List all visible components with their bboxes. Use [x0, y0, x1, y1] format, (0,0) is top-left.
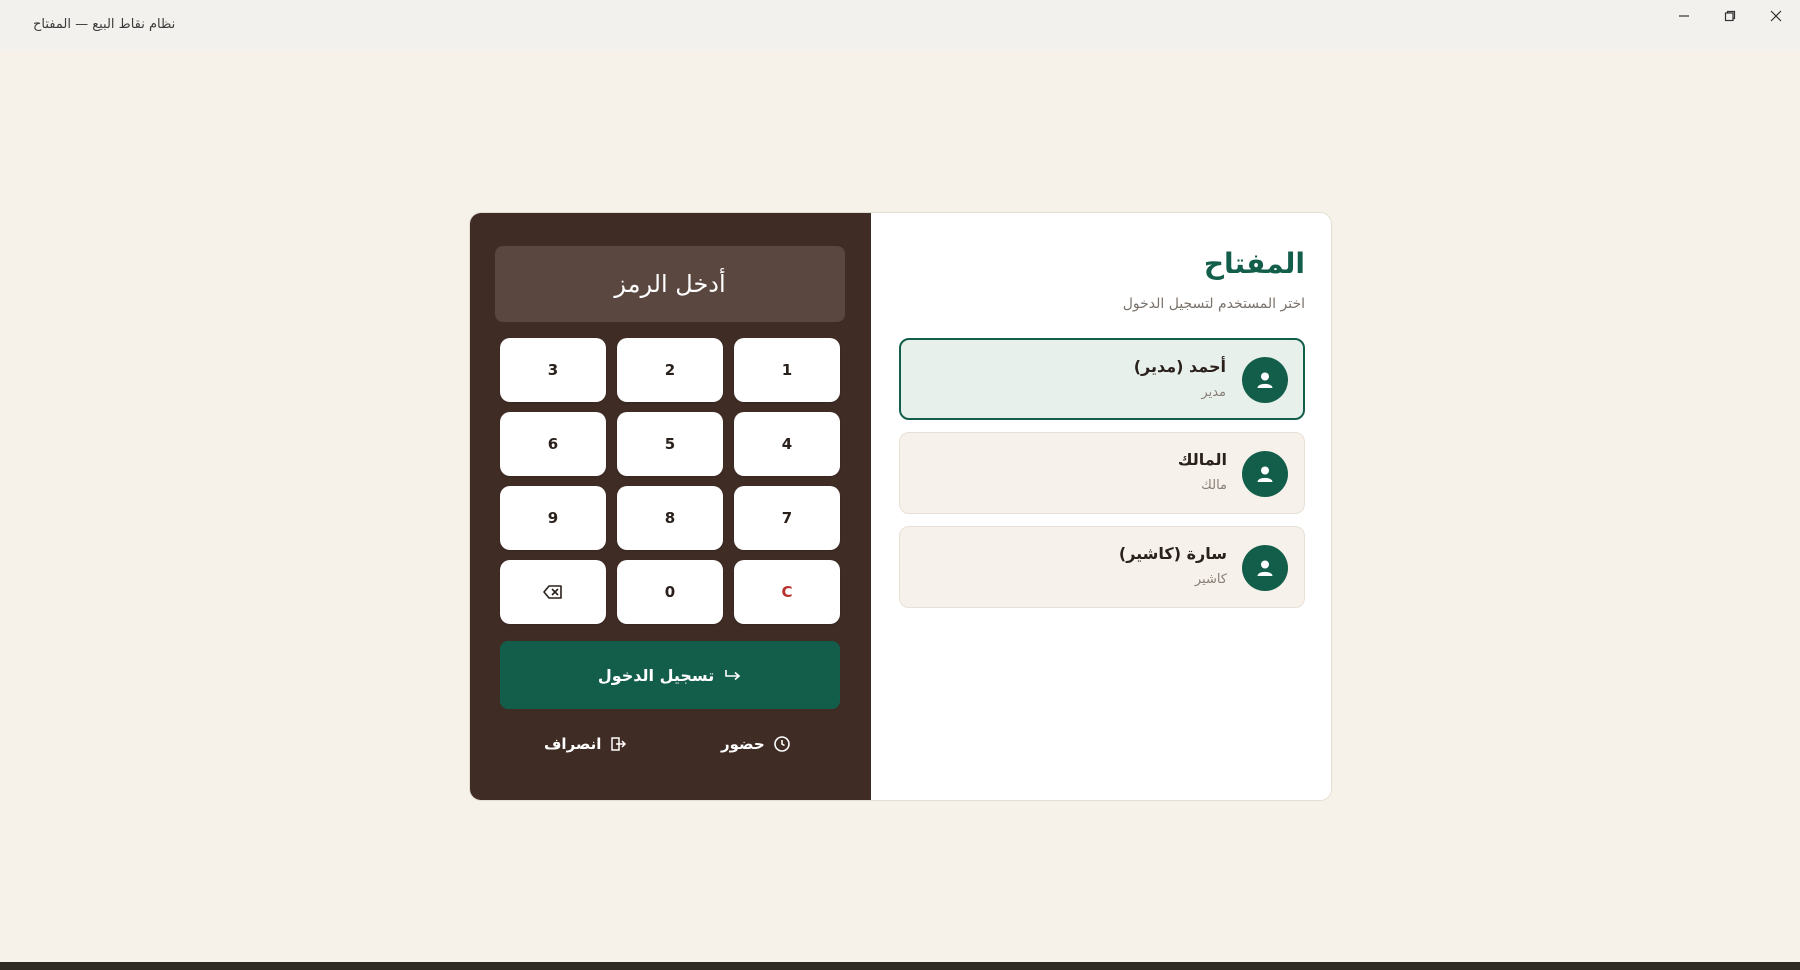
keypad: 1 2 3 4 5 6 7 8 9 C 0 — [500, 338, 840, 624]
key-backspace[interactable] — [500, 560, 606, 624]
pin-display[interactable]: أدخل الرمز — [495, 246, 845, 322]
user-role: كاشير — [1194, 572, 1227, 587]
avatar — [1242, 451, 1288, 497]
key-1[interactable]: 1 — [734, 338, 840, 402]
key-6[interactable]: 6 — [500, 412, 606, 476]
user-card-sara[interactable]: سارة (كاشير) كاشير — [899, 526, 1305, 608]
key-3[interactable]: 3 — [500, 338, 606, 402]
user-name: سارة (كاشير) — [1118, 544, 1227, 563]
avatar — [1242, 357, 1288, 403]
user-icon — [1257, 560, 1273, 576]
leave-label: انصراف — [544, 735, 602, 753]
enter-arrow-icon — [725, 670, 741, 681]
key-5[interactable]: 5 — [617, 412, 723, 476]
attendance-label: حضور — [721, 735, 765, 753]
key-9[interactable]: 9 — [500, 486, 606, 550]
user-icon — [1257, 466, 1273, 482]
user-card-owner[interactable]: المالك مالك — [899, 432, 1305, 514]
user-name: أحمد (مدير) — [1133, 357, 1226, 376]
users-subtitle: اختر المستخدم لتسجيل الدخول — [1122, 296, 1305, 312]
title-bar: نظام نقاط البيع — المفتاح — [0, 0, 1800, 50]
logout-icon — [611, 737, 627, 751]
user-name: المالك — [1177, 450, 1227, 469]
clock-icon — [773, 736, 790, 752]
login-button[interactable]: تسجيل الدخول — [500, 641, 840, 709]
minimize-icon — [1679, 15, 1689, 17]
user-role: مالك — [1201, 478, 1227, 493]
login-card: أدخل الرمز 1 2 3 4 5 6 7 8 9 C 0 تسجيل ا… — [469, 212, 1332, 801]
taskbar-edge — [0, 962, 1800, 970]
key-8[interactable]: 8 — [617, 486, 723, 550]
users-panel: المفتاح اختر المستخدم لتسجيل الدخول أحمد… — [871, 213, 1331, 800]
window-title: نظام نقاط البيع — المفتاح — [33, 17, 176, 32]
user-card-ahmed[interactable]: أحمد (مدير) مدير — [899, 338, 1305, 420]
user-role: مدير — [1201, 385, 1226, 400]
backspace-icon — [543, 585, 562, 599]
restore-icon — [1724, 10, 1736, 22]
close-button[interactable] — [1753, 0, 1799, 32]
key-2[interactable]: 2 — [617, 338, 723, 402]
avatar — [1242, 545, 1288, 591]
key-0[interactable]: 0 — [617, 560, 723, 624]
leave-button[interactable]: انصراف — [544, 731, 627, 757]
brand-title: المفتاح — [1203, 247, 1305, 280]
pin-placeholder: أدخل الرمز — [614, 270, 726, 298]
attendance-button[interactable]: حضور — [721, 731, 791, 757]
minimize-button[interactable] — [1661, 0, 1707, 32]
key-4[interactable]: 4 — [734, 412, 840, 476]
user-icon — [1257, 372, 1273, 388]
pin-pad-panel: أدخل الرمز 1 2 3 4 5 6 7 8 9 C 0 تسجيل ا… — [470, 213, 871, 800]
key-clear[interactable]: C — [734, 560, 840, 624]
close-icon — [1770, 10, 1782, 22]
restore-button[interactable] — [1707, 0, 1753, 32]
login-label: تسجيل الدخول — [597, 665, 715, 685]
key-7[interactable]: 7 — [734, 486, 840, 550]
